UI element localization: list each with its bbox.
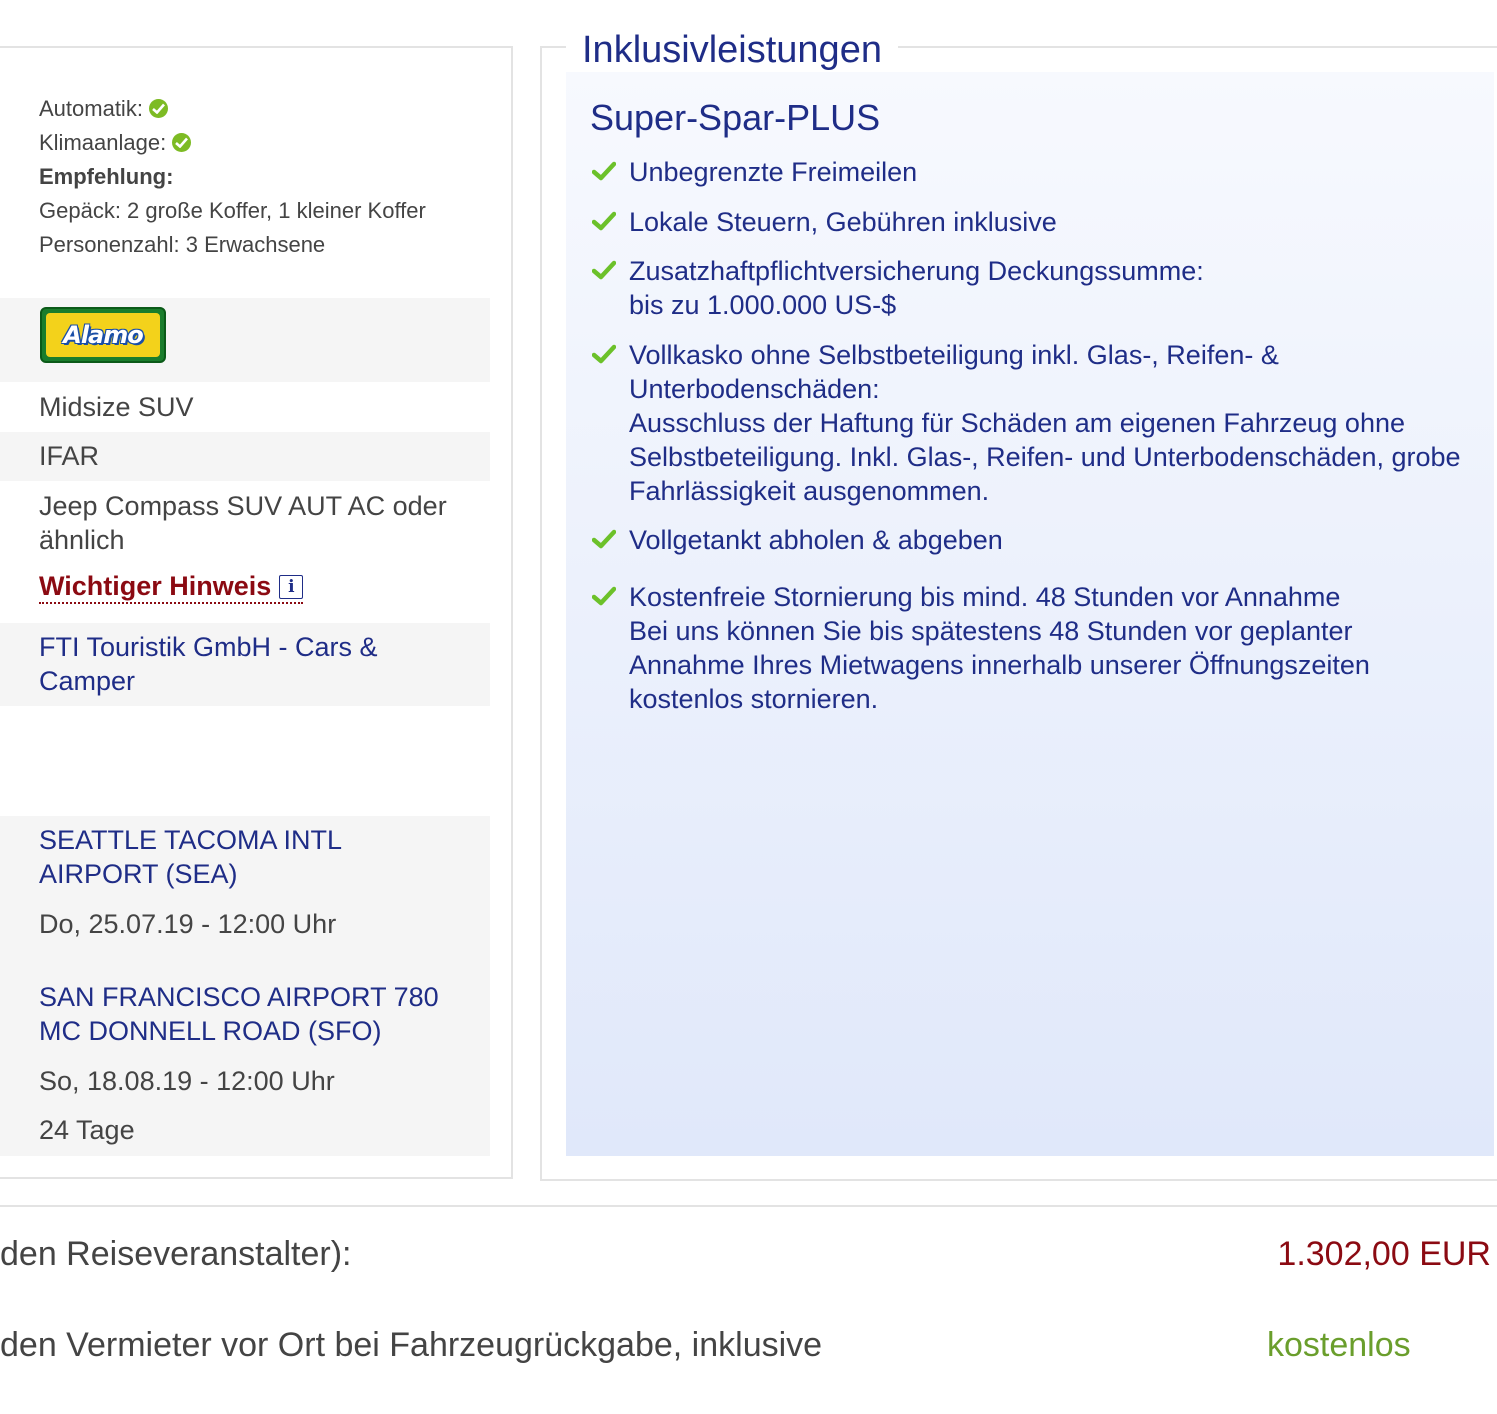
checkmark-icon	[591, 211, 617, 236]
inclusion-item-text: Ausschluss der Haftung für Schäden am ei…	[629, 408, 1405, 438]
pickup-datetime: Do, 25.07.19 - 12:00 Uhr	[39, 909, 337, 939]
inclusion-item-text: Fahrlässigkeit ausgenommen.	[629, 476, 990, 506]
onsite-payment-amount: kostenlos	[1267, 1326, 1411, 1364]
important-notice-label: Wichtiger Hinweis	[39, 571, 272, 601]
checkmark-icon	[591, 260, 617, 285]
inclusion-item-text: Lokale Steuern, Gebühren inklusive	[629, 207, 1057, 237]
vehicle-model-line1: Jeep Compass SUV AUT AC oder	[39, 491, 447, 521]
dropoff-datetime: So, 18.08.19 - 12:00 Uhr	[39, 1066, 335, 1096]
inclusion-item-text: Bei uns können Sie bis spätestens 48 Stu…	[629, 616, 1353, 646]
totals-separator	[0, 1205, 1497, 1207]
inclusion-item-text: kostenlos stornieren.	[629, 684, 879, 714]
checkmark-icon	[591, 529, 617, 554]
luggage-info: Gepäck: 2 große Koffer, 1 kleiner Koffer	[39, 198, 426, 223]
checkmark-icon	[591, 586, 617, 611]
vehicle-category: Midsize SUV	[39, 392, 194, 422]
dropoff-location-line2: MC DONNELL ROAD (SFO)	[39, 1016, 382, 1046]
vehicle-model-line2: ähnlich	[39, 525, 125, 555]
pickup-location-line1: SEATTLE TACOMA INTL	[39, 825, 343, 855]
inclusions-section-title: Inklusivleistungen	[566, 28, 898, 72]
onsite-payment-label: den Vermieter vor Ort bei Fahrzeugrückga…	[0, 1326, 823, 1364]
operator-line1: FTI Touristik GmbH - Cars &	[39, 632, 378, 662]
recommendation-heading: Empfehlung:	[39, 164, 174, 189]
dropoff-location-line1: SAN FRANCISCO AIRPORT 780	[39, 982, 439, 1012]
package-name: Super-Spar-PLUS	[590, 97, 881, 138]
alamo-logo-text: Alamo	[63, 321, 143, 349]
inclusion-item-text: Unbegrenzte Freimeilen	[629, 157, 918, 187]
inclusion-item-text: Vollkasko ohne Selbstbeteiligung inkl. G…	[629, 340, 1279, 370]
alamo-logo: Alamo	[40, 307, 166, 363]
passenger-info: Personenzahl: 3 Erwachsene	[39, 232, 326, 257]
feature-automatic: Automatik:	[39, 92, 168, 126]
operator-line2: Camper	[39, 666, 136, 696]
info-icon[interactable]: i	[279, 575, 304, 599]
important-notice-link[interactable]: Wichtiger Hinweis i	[39, 570, 304, 604]
vehicle-acriss-code: IFAR	[39, 441, 100, 471]
inclusion-item-text: Selbstbeteiligung. Inkl. Glas-, Reifen- …	[629, 442, 1461, 472]
alamo-logo-inner: Alamo	[46, 313, 160, 357]
checkmark-icon	[591, 161, 617, 186]
feature-ac-label: Klimaanlage:	[39, 130, 167, 155]
inclusion-item-text: Unterbodenschäden:	[629, 374, 880, 404]
operator-payment-label: den Reiseveranstalter):	[0, 1235, 352, 1273]
feature-automatic-label: Automatik:	[39, 96, 143, 121]
ok-circle-icon	[148, 99, 168, 118]
inclusion-item-text: Zusatzhaftpflichtversicherung Deckungssu…	[629, 256, 1204, 286]
inclusion-item-text: Kostenfreie Stornierung bis mind. 48 Stu…	[629, 582, 1341, 612]
inclusion-item-text: Annahme Ihres Mietwagens innerhalb unser…	[629, 650, 1370, 680]
ok-circle-icon	[172, 133, 192, 152]
pickup-location-line2: AIRPORT (SEA)	[39, 859, 238, 889]
checkmark-icon	[591, 344, 617, 369]
inclusion-item-text: Vollgetankt abholen & abgeben	[629, 525, 1003, 555]
rental-duration: 24 Tage	[39, 1115, 135, 1145]
feature-ac: Klimaanlage:	[39, 126, 192, 160]
inclusion-item-text: bis zu 1.000.000 US-$	[629, 290, 897, 320]
operator-payment-amount: 1.302,00 EUR	[1277, 1235, 1491, 1273]
